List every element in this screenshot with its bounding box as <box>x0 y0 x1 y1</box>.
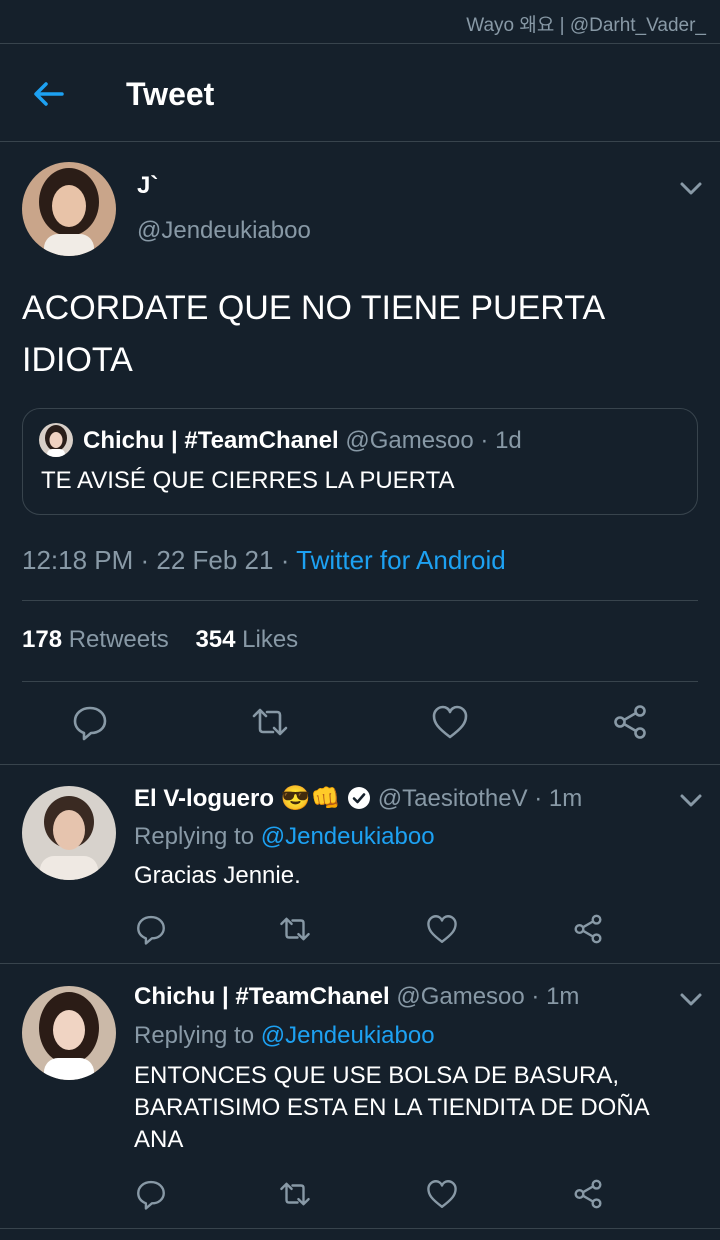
heart-icon <box>427 1180 457 1208</box>
retweets-label: Retweets <box>68 626 169 653</box>
replying-to: Replying to @Jendeukiaboo <box>134 823 435 851</box>
reply-text: ENTONCES QUE USE BOLSA DE BASURA, BARATI… <box>134 1062 649 1153</box>
share-button[interactable] <box>610 702 650 742</box>
reply-icon <box>73 706 107 741</box>
retweet-icon <box>280 917 310 941</box>
share-icon <box>574 914 602 944</box>
retweet-icon <box>252 708 288 736</box>
share-icon <box>574 1179 602 1209</box>
top-divider <box>0 43 720 44</box>
quote-text: TE AVISÉ QUE CIERRES LA PUERTA <box>41 467 455 494</box>
reply-button[interactable] <box>134 1177 168 1211</box>
stats-divider <box>22 681 698 682</box>
reply-author-name[interactable]: Chichu | #TeamChanel <box>134 983 390 1010</box>
chevron-down-icon <box>680 182 702 195</box>
reply-time: · 1m <box>534 785 583 812</box>
reply-time: · 1m <box>531 983 580 1010</box>
retweet-button[interactable] <box>278 912 312 946</box>
heart-icon <box>432 705 468 739</box>
likes-stat[interactable]: 354 Likes <box>195 626 298 653</box>
replying-to-label: Replying to <box>134 1022 255 1049</box>
reply-button[interactable] <box>70 702 110 742</box>
reply-header: Chichu | #TeamChanel @Gamesoo · 1m <box>134 983 579 1011</box>
quoted-tweet[interactable]: Chichu | #TeamChanel @Gamesoo · 1d TE AV… <box>22 408 698 515</box>
reply-author-emoji: 😎👊 <box>280 785 341 812</box>
tweet-source-link[interactable]: Twitter for Android <box>296 545 506 575</box>
tweet-timestamp: 12:18 PM · 22 Feb 21 · <box>22 545 290 575</box>
quote-author-handle: @Gamesoo <box>345 427 474 454</box>
chevron-down-icon <box>680 993 702 1006</box>
back-button[interactable] <box>28 76 68 112</box>
reply-avatar[interactable] <box>22 786 116 880</box>
reply-text: Gracias Jennie. <box>134 862 301 889</box>
quote-avatar <box>39 423 73 457</box>
replying-to: Replying to @Jendeukiaboo <box>134 1022 435 1050</box>
author-handle[interactable]: @Jendeukiaboo <box>137 217 311 245</box>
heart-icon <box>427 915 457 943</box>
retweet-button[interactable] <box>278 1177 312 1211</box>
tweet-stats: 178 Retweets 354 Likes <box>22 626 298 654</box>
like-button[interactable] <box>425 1177 459 1211</box>
reply-icon <box>137 915 165 945</box>
reply-divider <box>0 963 720 964</box>
chevron-down-icon <box>680 794 702 807</box>
quote-time: · 1d <box>480 427 522 454</box>
like-button[interactable] <box>430 702 470 742</box>
like-button[interactable] <box>425 912 459 946</box>
reply-button[interactable] <box>134 912 168 946</box>
meta-divider <box>22 600 698 601</box>
reply-more-button[interactable] <box>676 987 706 1011</box>
watermark: Wayo 왜요 | @Darht_Vader_ <box>466 15 706 36</box>
retweets-count: 178 <box>22 626 63 653</box>
quote-header: Chichu | #TeamChanel @Gamesoo · 1d <box>83 427 522 455</box>
reply-author-handle[interactable]: @TaesitotheV <box>378 785 528 812</box>
tweet-divider <box>0 764 720 765</box>
reply-more-button[interactable] <box>676 788 706 812</box>
replying-to-link[interactable]: @Jendeukiaboo <box>261 1022 435 1049</box>
tweet-meta: 12:18 PM · 22 Feb 21 · Twitter for Andro… <box>22 545 506 576</box>
tweet-text: ACORDATE QUE NO TIENE PUERTA IDIOTA <box>22 289 604 379</box>
retweets-stat[interactable]: 178 Retweets <box>22 626 169 653</box>
reply-avatar[interactable] <box>22 986 116 1080</box>
replying-to-label: Replying to <box>134 823 255 850</box>
share-button[interactable] <box>571 912 605 946</box>
retweet-button[interactable] <box>250 702 290 742</box>
reply-icon <box>137 1180 165 1210</box>
replying-to-link[interactable]: @Jendeukiaboo <box>261 823 435 850</box>
bottom-divider <box>0 1228 720 1229</box>
author-avatar[interactable] <box>22 162 116 256</box>
quote-author-name: Chichu | #TeamChanel <box>83 427 339 454</box>
reply-author-handle[interactable]: @Gamesoo <box>396 983 524 1010</box>
share-button[interactable] <box>571 1177 605 1211</box>
reply-header: El V-loguero 😎👊 @TaesitotheV · 1m <box>134 784 582 813</box>
likes-label: Likes <box>242 626 299 653</box>
likes-count: 354 <box>195 626 236 653</box>
author-name[interactable]: J` <box>137 172 158 200</box>
more-options-button[interactable] <box>676 176 706 200</box>
back-arrow-icon <box>34 82 64 106</box>
share-icon <box>614 705 646 739</box>
page-title: Tweet <box>126 76 215 112</box>
verified-badge-icon <box>348 787 371 809</box>
header-divider <box>0 141 720 142</box>
retweet-icon <box>280 1182 310 1206</box>
reply-author-name[interactable]: El V-loguero <box>134 785 274 812</box>
